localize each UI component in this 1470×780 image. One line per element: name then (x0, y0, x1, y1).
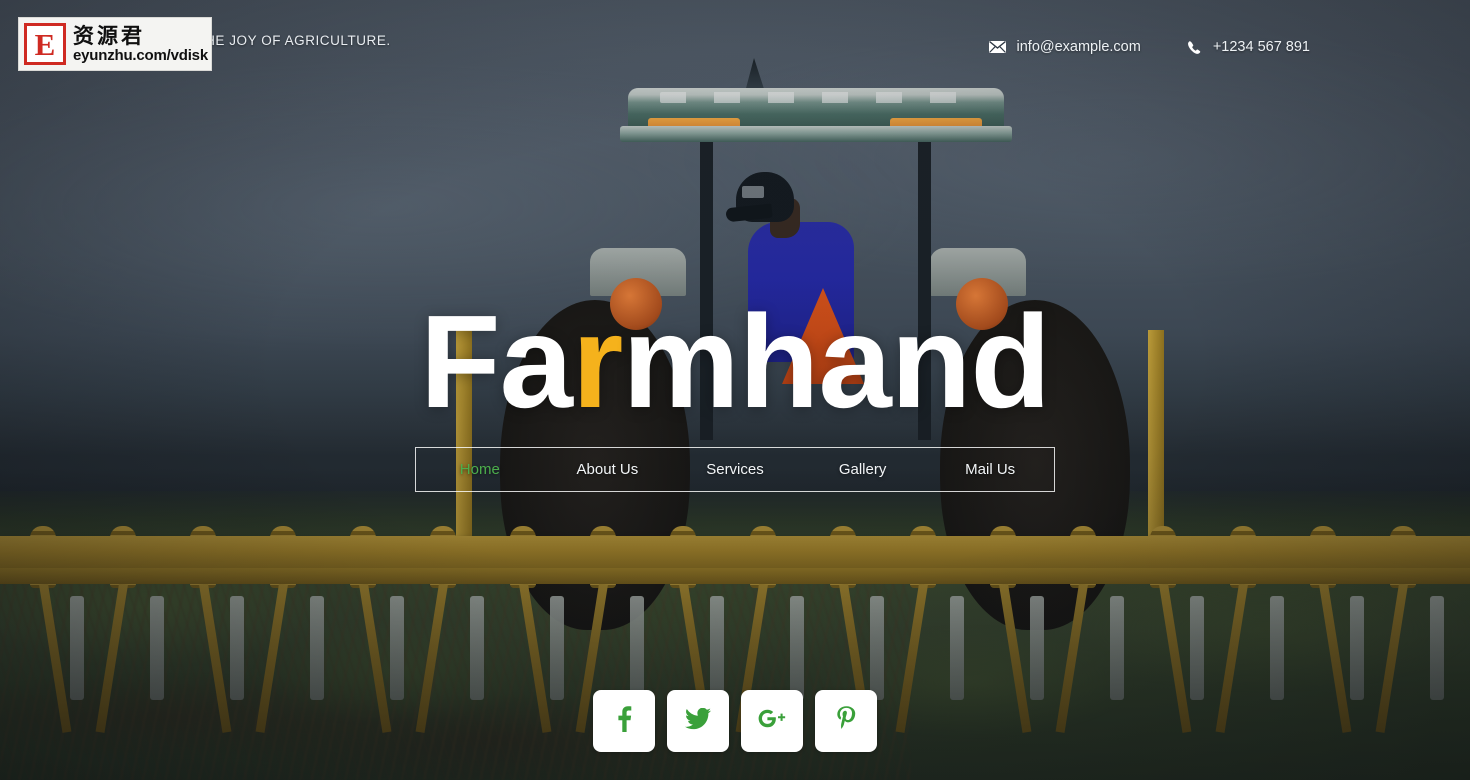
google-plus-icon (758, 708, 786, 735)
watermark-badge-icon: E (24, 23, 66, 65)
social-link-google-plus[interactable] (741, 690, 803, 752)
main-navigation[interactable]: Home About Us Services Gallery Mail Us (415, 447, 1055, 492)
phone-icon (1187, 40, 1202, 55)
page-title: Farmhand (0, 296, 1470, 428)
nav-item-gallery[interactable]: Gallery (799, 461, 927, 478)
capture-watermark: E 资源君 eyunzhu.com/vdisk (18, 17, 212, 71)
brand-prefix: Fa (419, 288, 573, 435)
social-link-pinterest[interactable] (815, 690, 877, 752)
watermark-title: 资源君 (73, 23, 145, 48)
top-bar: CELEBRATE THE JOY OF AGRICULTURE. info@e… (0, 0, 1470, 86)
nav-item-mail-us[interactable]: Mail Us (926, 461, 1054, 478)
contact-email[interactable]: info@example.com (988, 39, 1141, 55)
envelope-icon (988, 41, 1006, 53)
nav-item-services[interactable]: Services (671, 461, 799, 478)
social-link-twitter[interactable] (667, 690, 729, 752)
facebook-icon (616, 705, 632, 737)
social-links (0, 690, 1470, 752)
contact-phone-text: +1234 567 891 (1212, 39, 1310, 55)
nav-item-about-us[interactable]: About Us (544, 461, 672, 478)
twitter-icon (685, 707, 711, 735)
nav-item-home[interactable]: Home (416, 461, 544, 478)
brand-suffix: mhand (622, 288, 1051, 435)
contact-group: info@example.com +1234 567 891 (988, 39, 1310, 55)
hero-section: CELEBRATE THE JOY OF AGRICULTURE. info@e… (0, 0, 1470, 780)
brand-accent-letter: r (571, 288, 623, 435)
watermark-url: eyunzhu.com/vdisk (73, 46, 208, 64)
contact-phone[interactable]: +1234 567 891 (1187, 39, 1310, 55)
contact-email-text: info@example.com (1016, 39, 1141, 55)
pinterest-icon (836, 705, 856, 737)
social-link-facebook[interactable] (593, 690, 655, 752)
